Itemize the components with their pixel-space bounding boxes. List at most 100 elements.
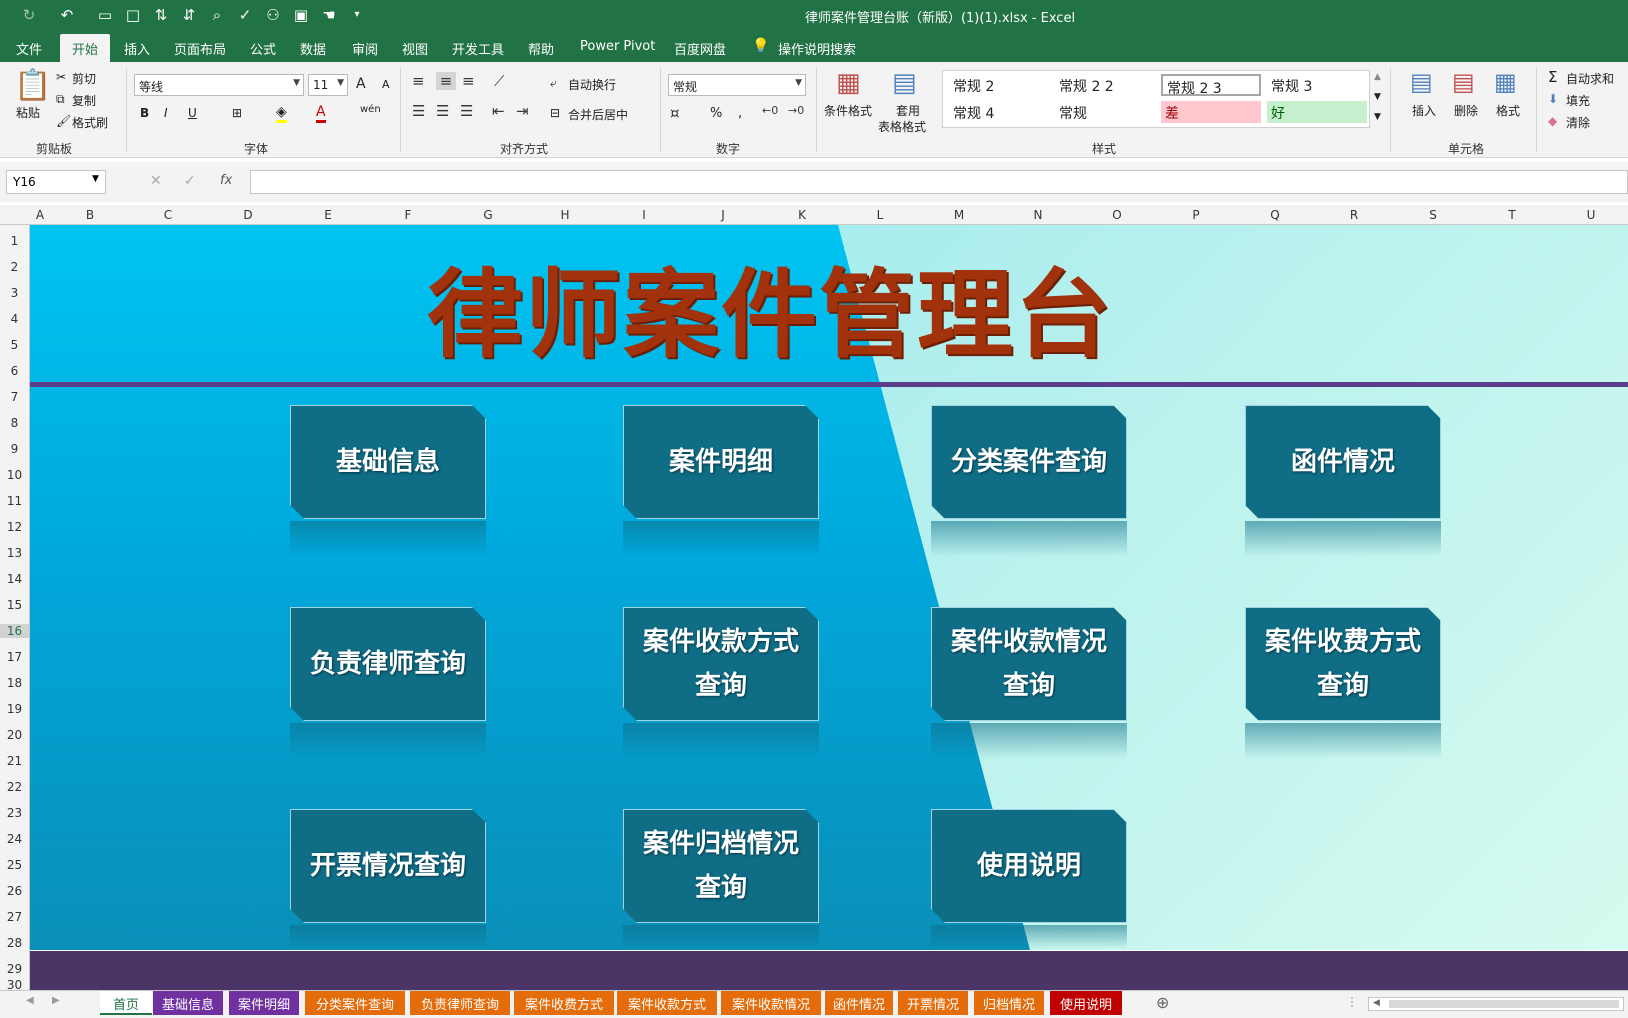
column-header[interactable]: T [1472,208,1552,222]
row-header[interactable]: 8 [0,416,29,430]
scroll-tabs-left-icon[interactable]: ◀ [26,995,34,1006]
nav-button-case-details[interactable]: 案件明细 [623,405,819,519]
table-format-line2[interactable]: 表格格式 [878,118,926,135]
decrease-decimal-icon[interactable]: →0 [788,104,804,117]
row-header[interactable]: 3 [0,286,29,300]
sheet-tab[interactable]: 案件收款情况 [721,991,821,1015]
number-format-select[interactable]: 常规 ▼ [668,74,806,96]
row-header[interactable]: 28 [0,936,29,950]
increase-indent-icon[interactable]: ⇥ [516,102,529,120]
column-header[interactable]: E [288,208,368,222]
open-folder-icon[interactable]: ▭ [94,6,116,24]
row-header[interactable]: 23 [0,806,29,820]
sheet-tab[interactable]: 归档情况 [974,991,1044,1015]
nav-button-payment-method-query[interactable]: 案件收款方式查询 [623,607,819,721]
gallery-scroll-down-icon[interactable]: ▼ [1374,92,1381,102]
tab-home[interactable]: 开始 [60,34,111,62]
style-good[interactable]: 好 [1267,101,1367,123]
sheet-tab[interactable]: 案件收款方式 [617,991,717,1015]
shrink-font-button[interactable]: A [382,78,390,91]
column-header[interactable]: A [34,208,46,222]
nav-button-archive-query[interactable]: 案件归档情况查询 [623,809,819,923]
sheet-tab[interactable]: 基础信息 [153,991,223,1015]
row-header[interactable]: 27 [0,910,29,924]
tab-help[interactable]: 帮助 [528,39,554,58]
tab-power-pivot[interactable]: Power Pivot [580,39,655,54]
column-header[interactable]: I [604,208,684,222]
scroll-tabs-right-icon[interactable]: ▶ [52,995,60,1006]
redo-icon[interactable]: ↻ [18,6,40,24]
column-header[interactable]: R [1314,208,1394,222]
row-header[interactable]: 13 [0,546,29,560]
scrollbar-thumb[interactable] [1389,1000,1619,1008]
column-header[interactable]: S [1393,208,1473,222]
tab-formulas[interactable]: 公式 [250,39,276,58]
spell-check-icon[interactable]: ✓ [234,6,256,24]
formula-input[interactable] [250,170,1628,194]
tell-me-search[interactable]: 操作说明搜索 [778,39,856,58]
column-header[interactable]: M [919,208,999,222]
wrap-text-button[interactable]: 自动换行 [568,76,616,93]
autosum-button[interactable]: 自动求和 [1566,70,1614,87]
paste-icon[interactable]: 📋 [14,68,51,103]
add-sheet-icon[interactable]: ⊕ [1156,993,1169,1012]
comma-button[interactable]: , [738,106,742,121]
scroll-left-icon[interactable]: ◀ [1373,998,1380,1008]
column-header[interactable]: F [368,208,448,222]
horizontal-scrollbar[interactable]: ◀ [1368,997,1624,1011]
new-file-icon[interactable]: □ [122,6,144,24]
style-normal-2-2[interactable]: 常规 2 2 [1055,74,1155,96]
fill-color-icon[interactable]: ◈ [276,104,287,123]
column-header[interactable]: C [128,208,208,222]
cut-button[interactable]: 剪切 [72,70,96,87]
sheet-tab[interactable]: 函件情况 [825,991,893,1015]
increase-decimal-icon[interactable]: ←0 [762,104,778,117]
align-top-icon[interactable]: ≡ [412,72,425,90]
nav-button-letters[interactable]: 函件情况 [1245,405,1441,519]
row-header[interactable]: 17 [0,650,29,664]
tab-file[interactable]: 文件 [16,39,42,58]
row-header[interactable]: 1 [0,234,29,248]
format-cells-button[interactable]: 格式 [1496,102,1520,119]
merge-center-button[interactable]: 合并后居中 [568,106,628,123]
font-size-select[interactable]: 11 ▼ [308,74,348,96]
phonetic-guide-button[interactable]: wén [360,104,381,115]
row-header[interactable]: 21 [0,754,29,768]
row-header[interactable]: 7 [0,390,29,404]
sheet-tab[interactable]: 使用说明 [1050,991,1122,1015]
sheet-tab[interactable]: 负责律师查询 [410,991,510,1015]
delete-cells-button[interactable]: 删除 [1454,102,1478,119]
sort-asc-icon[interactable]: ⇅ [150,6,172,24]
nav-button-instructions[interactable]: 使用说明 [931,809,1127,923]
align-bottom-icon[interactable]: ≡ [462,72,475,90]
column-header[interactable]: L [840,208,920,222]
tab-baidu-netdisk[interactable]: 百度网盘 [674,39,726,58]
font-color-button[interactable]: A [316,104,326,123]
row-header[interactable]: 22 [0,780,29,794]
paste-button[interactable]: 粘贴 [16,104,40,121]
style-normal[interactable]: 常规 [1055,101,1155,123]
sheet-tab[interactable]: 分类案件查询 [305,991,405,1015]
tab-data[interactable]: 数据 [300,39,326,58]
print-preview-icon[interactable]: ⌕ [206,6,228,24]
nav-button-fee-method-query[interactable]: 案件收费方式查询 [1245,607,1441,721]
style-normal-2[interactable]: 常规 2 [949,74,1049,96]
percent-button[interactable]: % [710,106,722,121]
row-header[interactable]: 14 [0,572,29,586]
row-header[interactable]: 6 [0,364,29,378]
nav-button-payment-status-query[interactable]: 案件收款情况查询 [931,607,1127,721]
row-header[interactable]: 26 [0,884,29,898]
save-icon[interactable]: ▣ [290,6,312,24]
undo-icon[interactable]: ↶ [56,6,78,24]
tab-insert[interactable]: 插入 [124,39,150,58]
column-header[interactable]: P [1156,208,1236,222]
align-right-icon[interactable]: ☰ [460,102,473,120]
sheet-tab[interactable]: 开票情况 [898,991,968,1015]
column-header[interactable]: D [208,208,288,222]
style-normal-3[interactable]: 常规 3 [1267,74,1367,96]
align-middle-icon[interactable]: ≡ [436,72,456,90]
style-normal-4[interactable]: 常规 4 [949,101,1049,123]
row-header[interactable]: 25 [0,858,29,872]
row-header-selected[interactable]: 16 [0,624,29,638]
confirm-entry-icon[interactable]: ✓ [184,173,196,189]
